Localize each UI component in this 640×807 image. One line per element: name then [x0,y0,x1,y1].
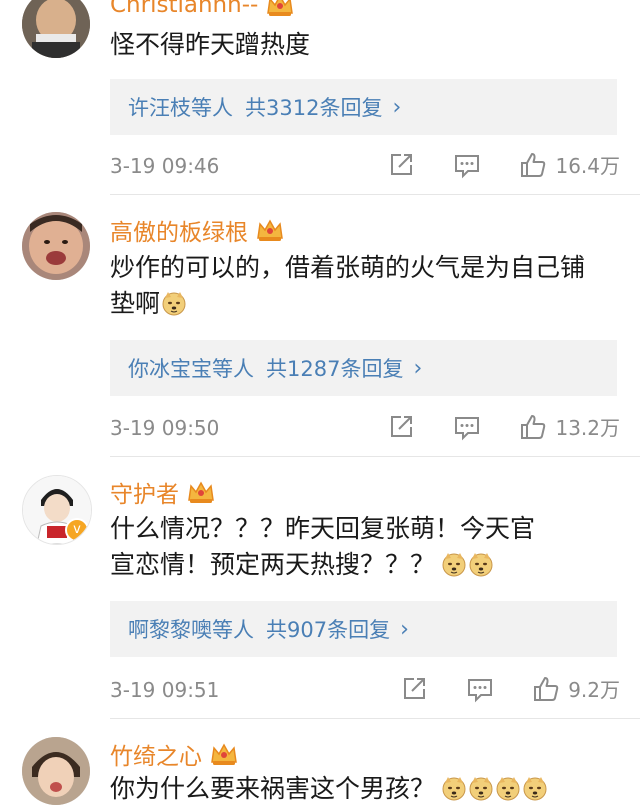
comment-text-content: 宣恋情！预定两天热搜？？？ [110,550,436,579]
like-icon[interactable] [519,413,547,441]
vip-crown-icon [187,480,215,504]
comment-item: 竹绮之心 你为什么要来祸害这个男孩？ [0,719,640,805]
comment-item: 高傲的板绿根 炒作的可以的，借着张萌的火气是为自己铺垫啊 你冰宝宝 等人 共12… [0,195,640,457]
doge-emoji-icon [468,775,494,801]
share-icon[interactable] [400,675,428,703]
comment-text-content: 你为什么要来祸害这个男孩？ [110,774,436,803]
share-icon[interactable] [387,151,415,179]
reply-names[interactable]: 啊黎黎噢 [128,614,212,644]
reply-names[interactable]: 许汪枝 [128,92,191,122]
comment-time: 3-19 09:50 [110,416,220,440]
comment-icon[interactable] [466,675,494,703]
comment-text: 什么情况？？？昨天回复张萌！今天官 宣恋情！预定两天热搜？？？ [110,511,615,583]
chevron-right-icon: › [392,94,402,120]
vip-crown-icon [256,218,284,242]
doge-emoji-icon [441,551,467,577]
reply-count[interactable]: 共907条回复 [266,614,390,644]
chevron-right-icon: › [413,355,423,381]
comment-text-line: 宣恋情！预定两天热搜？？？ [110,547,615,583]
comment-actions: 16.4万 [387,150,620,179]
comment-time: 3-19 09:46 [110,154,220,178]
doge-emoji-icon [495,775,521,801]
username-label[interactable]: Christiannn-- [110,0,258,18]
avatar[interactable] [22,0,90,58]
username[interactable]: 高傲的板绿根 [110,213,284,247]
comment-text: 你为什么要来祸害这个男孩？ [110,771,615,807]
reply-summary[interactable]: 许汪枝 等人 共3312条回复 › [110,79,617,135]
comment-text-content: 怪不得昨天蹭热度 [110,30,311,59]
comment-actions: 13.2万 [387,412,620,441]
doge-emoji-icon [468,551,494,577]
like-count: 13.2万 [555,416,620,440]
reply-names[interactable]: 你冰宝宝 [128,353,212,383]
comment-actions: 9.2万 [400,674,620,703]
doge-emoji-icon [522,775,548,801]
avatar[interactable]: v [22,475,92,545]
comment-text: 怪不得昨天蹭热度 [110,27,615,63]
reply-summary[interactable]: 啊黎黎噢 等人 共907条回复 › [110,601,617,657]
vip-crown-icon [210,742,238,766]
comment-icon[interactable] [453,413,481,441]
username[interactable]: 守护者 [110,475,215,509]
comment-item: Christiannn-- 怪不得昨天蹭热度 许汪枝 等人 共3312条回复 ›… [0,0,640,195]
vip-crown-icon [266,0,294,17]
like-count: 16.4万 [555,154,620,178]
username-label[interactable]: 竹绮之心 [110,737,202,771]
share-icon[interactable] [387,413,415,441]
reply-mid: 等人 [212,357,254,381]
comment-icon[interactable] [453,151,481,179]
chevron-right-icon: › [400,616,409,642]
reply-count[interactable]: 共3312条回复 [245,92,382,122]
username[interactable]: 竹绮之心 [110,737,238,771]
like-icon[interactable] [532,675,560,703]
reply-summary[interactable]: 你冰宝宝 等人 共1287条回复 › [110,340,617,396]
reply-mid: 等人 [191,96,233,120]
doge-emoji-icon [161,290,187,316]
like-icon[interactable] [519,151,547,179]
username-label[interactable]: 守护者 [110,475,179,509]
avatar[interactable] [22,212,90,280]
doge-emoji-icon [441,775,467,801]
username[interactable]: Christiannn-- [110,0,294,18]
comment-text-line: 什么情况？？？昨天回复张萌！今天官 [110,514,536,543]
like-count: 9.2万 [568,678,620,702]
username-label[interactable]: 高傲的板绿根 [110,213,248,247]
reply-mid: 等人 [212,618,254,642]
comment-text: 炒作的可以的，借着张萌的火气是为自己铺垫啊 [110,250,600,322]
comment-item: v 守护者 什么情况？？？昨天回复张萌！今天官 宣恋情！预定两天热搜？？？ 啊黎… [0,457,640,719]
verified-badge: v [65,518,89,542]
comment-time: 3-19 09:51 [110,678,220,702]
reply-count[interactable]: 共1287条回复 [266,353,403,383]
